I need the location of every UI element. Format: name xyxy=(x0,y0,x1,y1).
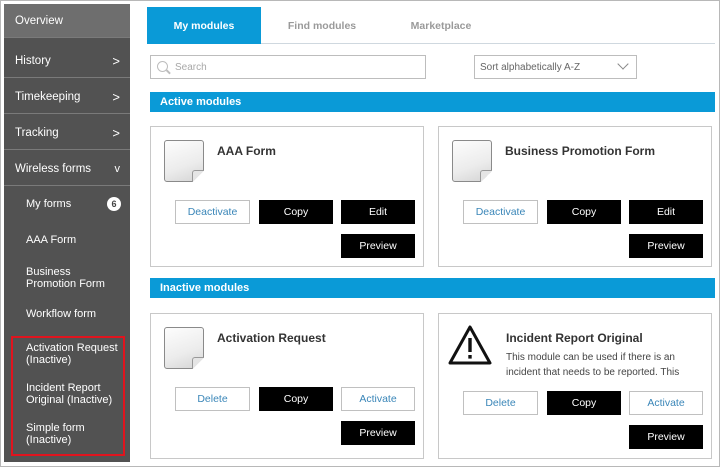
sort-value: Sort alphabetically A-Z xyxy=(480,61,581,73)
module-title: Business Promotion Form xyxy=(505,144,656,158)
tab-bar: My modules Find modules Marketplace xyxy=(147,7,715,44)
edit-button[interactable]: Edit xyxy=(629,200,703,224)
preview-button[interactable]: Preview xyxy=(341,421,415,445)
sidebar-item-label: Wireless forms xyxy=(15,162,92,175)
chevron-right-icon: > xyxy=(112,89,120,104)
sidebar-item-label: AAA Form xyxy=(26,234,77,246)
sidebar-item-overview[interactable]: Overview xyxy=(4,4,130,38)
sort-dropdown[interactable]: Sort alphabetically A-Z xyxy=(474,55,637,79)
sidebar-item-aaa-form[interactable]: AAA Form xyxy=(4,228,130,252)
sidebar-item-tracking[interactable]: Tracking > xyxy=(4,116,130,150)
sidebar-item-label: Business Promotion Form xyxy=(26,266,105,290)
deactivate-button[interactable]: Deactivate xyxy=(463,200,538,224)
tab-my-modules[interactable]: My modules xyxy=(147,7,261,44)
document-icon xyxy=(452,140,492,182)
module-card: Business Promotion Form Deactivate Copy … xyxy=(438,126,712,267)
sidebar-item-label: Overview xyxy=(15,14,63,27)
sidebar-item-label: Tracking xyxy=(15,126,59,139)
sidebar-item-my-forms[interactable]: My forms 6 xyxy=(4,192,130,216)
sidebar-item-history[interactable]: History > xyxy=(4,44,130,78)
module-title: Incident Report Original xyxy=(506,331,643,345)
section-header-inactive: Inactive modules xyxy=(150,278,715,298)
sidebar-item-label: My forms xyxy=(26,198,72,210)
preview-button[interactable]: Preview xyxy=(629,234,703,258)
delete-button[interactable]: Delete xyxy=(175,387,250,411)
sidebar: Overview History > Timekeeping > Trackin… xyxy=(4,4,130,462)
warning-icon xyxy=(448,325,492,365)
activate-button[interactable]: Activate xyxy=(629,391,703,415)
module-title: Activation Request xyxy=(217,331,326,345)
module-title: AAA Form xyxy=(217,144,276,158)
sidebar-item-timekeeping[interactable]: Timekeeping > xyxy=(4,80,130,114)
search-input[interactable]: Search xyxy=(150,55,426,79)
copy-button[interactable]: Copy xyxy=(259,200,333,224)
sidebar-item-wireless-forms[interactable]: Wireless forms v xyxy=(4,152,130,186)
edit-button[interactable]: Edit xyxy=(341,200,415,224)
tab-marketplace[interactable]: Marketplace xyxy=(383,7,499,44)
chevron-down-icon xyxy=(617,58,629,70)
sidebar-item-label: History xyxy=(15,54,51,67)
inactive-highlight-box xyxy=(11,336,125,456)
preview-button[interactable]: Preview xyxy=(629,425,703,449)
delete-button[interactable]: Delete xyxy=(463,391,538,415)
copy-button[interactable]: Copy xyxy=(259,387,333,411)
sidebar-item-business-promotion-form[interactable]: Business Promotion Form xyxy=(4,264,114,292)
main-content: My modules Find modules Marketplace Sear… xyxy=(147,4,715,462)
count-badge: 6 xyxy=(107,197,121,211)
preview-button[interactable]: Preview xyxy=(341,234,415,258)
activate-button[interactable]: Activate xyxy=(341,387,415,411)
search-icon xyxy=(157,61,168,72)
module-card: Incident Report Original This module can… xyxy=(438,313,712,459)
module-card: Activation Request Delete Copy Activate … xyxy=(150,313,424,459)
search-placeholder: Search xyxy=(175,61,207,73)
chevron-down-icon: v xyxy=(114,162,121,175)
module-description: This module can be used if there is an i… xyxy=(506,352,680,378)
sidebar-item-label: Timekeeping xyxy=(15,90,81,103)
copy-button[interactable]: Copy xyxy=(547,391,621,415)
sidebar-item-workflow-form[interactable]: Workflow form xyxy=(4,302,130,326)
document-icon xyxy=(164,140,204,182)
chevron-right-icon: > xyxy=(112,125,120,140)
module-card: AAA Form Deactivate Copy Edit Preview xyxy=(150,126,424,267)
section-header-active: Active modules xyxy=(150,92,715,112)
chevron-right-icon: > xyxy=(112,53,120,68)
sidebar-item-label: Workflow form xyxy=(26,308,97,320)
deactivate-button[interactable]: Deactivate xyxy=(175,200,250,224)
copy-button[interactable]: Copy xyxy=(547,200,621,224)
document-icon xyxy=(164,327,204,369)
tab-find-modules[interactable]: Find modules xyxy=(261,7,383,44)
